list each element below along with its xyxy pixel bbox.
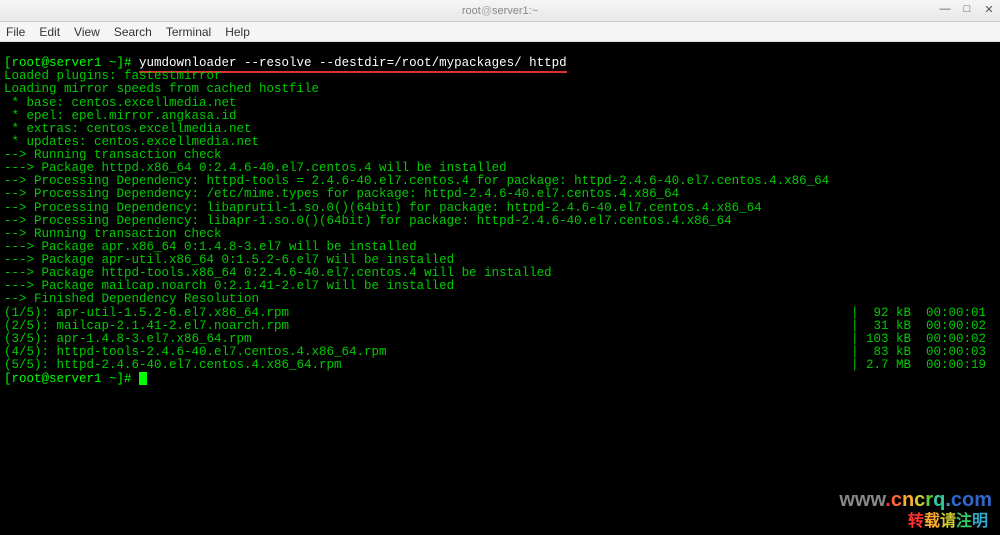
menubar: File Edit View Search Terminal Help [0, 22, 1000, 42]
window-titlebar: root@server1:~ — □ ✕ [0, 0, 1000, 22]
watermark-url: www.cncrq.com [839, 490, 992, 511]
output-line: --> Processing Dependency: /etc/mime.typ… [4, 187, 679, 201]
menu-search[interactable]: Search [114, 25, 152, 39]
output-line: --> Running transaction check [4, 148, 222, 162]
close-icon[interactable]: ✕ [982, 2, 996, 16]
menu-edit[interactable]: Edit [39, 25, 60, 39]
window-title: root@server1:~ [462, 5, 538, 17]
output-line: ---> Package mailcap.noarch 0:2.1.41-2.e… [4, 279, 454, 293]
terminal-output[interactable]: [root@server1 ~]# yumdownloader --resolv… [0, 42, 1000, 535]
output-line: ---> Package apr-util.x86_64 0:1.5.2-6.e… [4, 253, 454, 267]
shell-prompt: [root@server1 ~]# [4, 56, 139, 70]
menu-terminal[interactable]: Terminal [166, 25, 211, 39]
output-line: ---> Package httpd-tools.x86_64 0:2.4.6-… [4, 266, 552, 280]
output-line: * updates: centos.excellmedia.net [4, 135, 259, 149]
output-line: --> Processing Dependency: httpd-tools =… [4, 174, 829, 188]
watermark-text: 转载请注明 [908, 514, 988, 531]
output-line: * base: centos.excellmedia.net [4, 96, 237, 110]
window-controls: — □ ✕ [938, 2, 996, 16]
output-line: ---> Package apr.x86_64 0:1.4.8-3.el7 wi… [4, 240, 417, 254]
menu-file[interactable]: File [6, 25, 25, 39]
cursor-icon [139, 372, 147, 385]
output-line: --> Processing Dependency: libapr-1.so.0… [4, 214, 732, 228]
download-row: (5/5): httpd-2.4.6-40.el7.centos.4.x86_6… [4, 359, 986, 372]
download-row: (3/5): apr-1.4.8-3.el7.x86_64.rpm| 103 k… [4, 333, 986, 346]
output-line: --> Finished Dependency Resolution [4, 292, 259, 306]
maximize-icon[interactable]: □ [960, 2, 974, 16]
output-line: Loaded plugins: fastestmirror [4, 69, 222, 83]
output-line: * extras: centos.excellmedia.net [4, 122, 252, 136]
menu-view[interactable]: View [74, 25, 100, 39]
output-line: --> Running transaction check [4, 227, 222, 241]
minimize-icon[interactable]: — [938, 2, 952, 16]
output-line: * epel: epel.mirror.angkasa.id [4, 109, 237, 123]
download-row: (1/5): apr-util-1.5.2-6.el7.x86_64.rpm| … [4, 307, 986, 320]
output-line: --> Processing Dependency: libaprutil-1.… [4, 201, 762, 215]
output-line: ---> Package httpd.x86_64 0:2.4.6-40.el7… [4, 161, 507, 175]
download-row: (2/5): mailcap-2.1.41-2.el7.noarch.rpm| … [4, 320, 986, 333]
shell-prompt: [root@server1 ~]# [4, 372, 139, 386]
menu-help[interactable]: Help [225, 25, 250, 39]
output-line: Loading mirror speeds from cached hostfi… [4, 82, 319, 96]
